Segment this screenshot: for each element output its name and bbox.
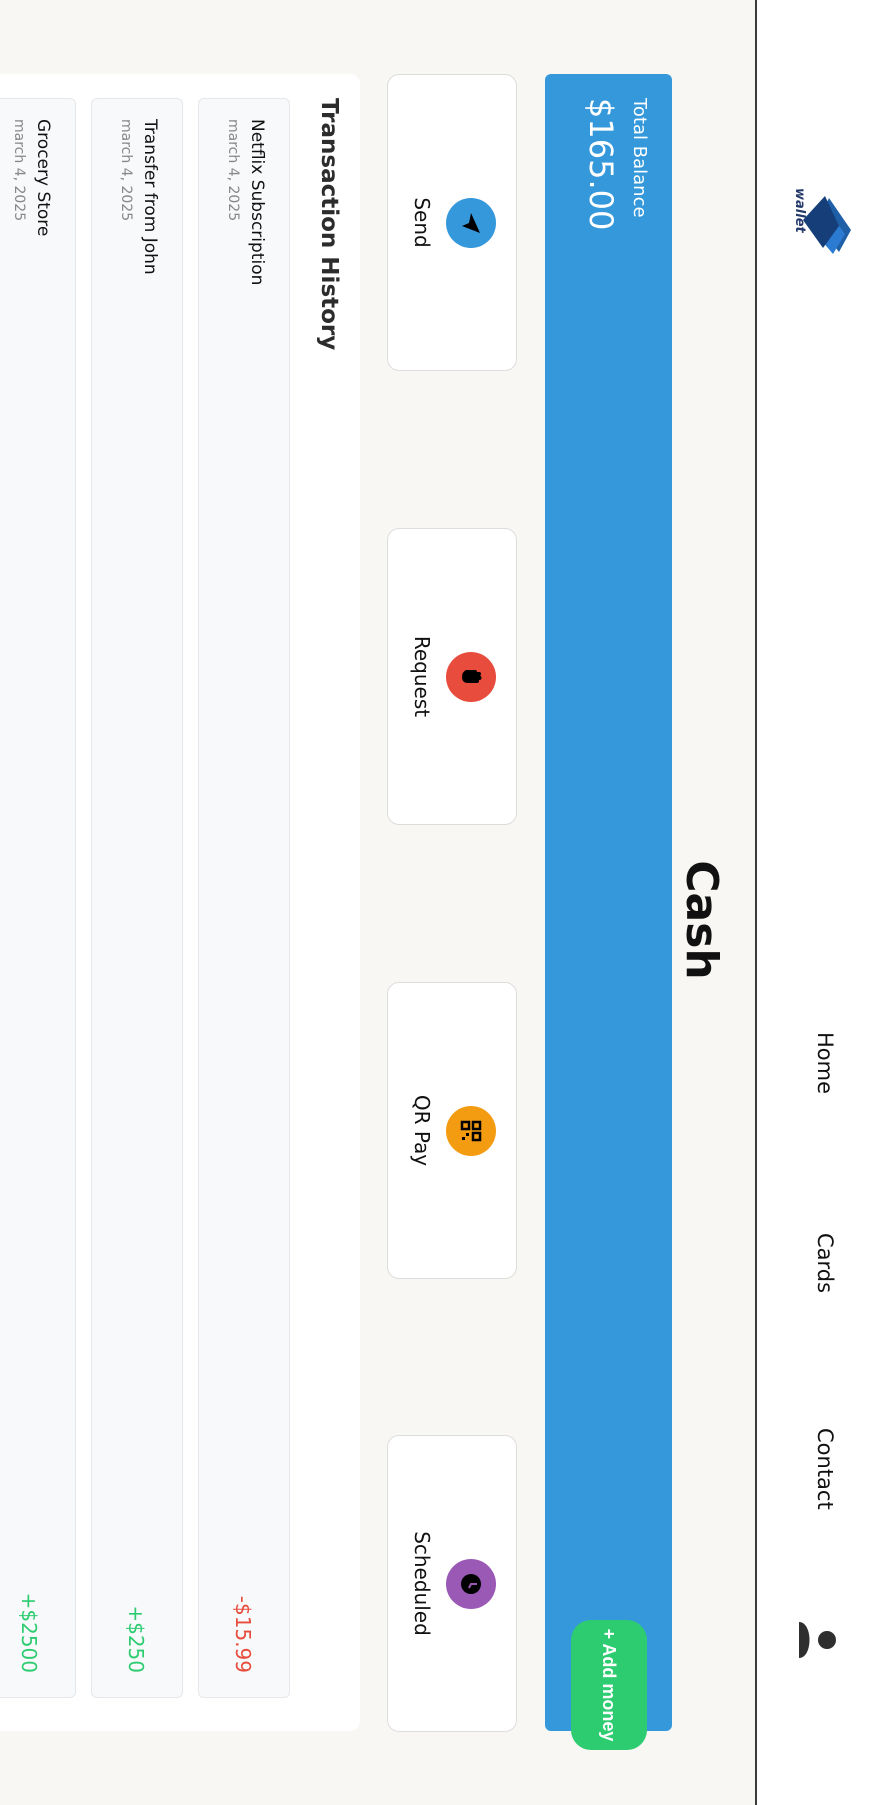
app-stage: wallet Home Cards Contact Cash Up Total … [0,0,877,1805]
balance-label: Total Balance [629,98,650,218]
transaction-name: Netflix Subscription [247,119,267,286]
send-label: Send [410,197,434,248]
balance-card: Total Balance $165.00 + Add money [545,74,672,1750]
nav-cards-link[interactable]: Cards [813,1233,837,1293]
transaction-amount: +$2500 [17,1592,41,1673]
qr-pay-icon-circle [446,1105,496,1156]
qr-pay-label: QR Pay [410,1094,434,1167]
transaction-history-panel: Transaction History Netflix Subscription… [0,74,360,1731]
balance-amount: $165.00 [582,98,620,231]
qr-code-icon [460,1120,482,1141]
scheduled-icon-circle [446,1558,496,1609]
transaction-date: march 4, 2025 [11,119,27,222]
transaction-name: Grocery Store [33,119,53,237]
clock-icon [461,1573,481,1594]
scheduled-action-card[interactable]: Scheduled [387,1435,517,1732]
send-action-card[interactable]: Send [387,74,517,371]
transaction-row[interactable]: Grocery Store march 4, 2025 +$2500 [0,98,76,1698]
scheduled-label: Scheduled [410,1531,434,1636]
user-icon[interactable] [797,1620,837,1660]
transaction-amount: -$15.99 [231,1595,255,1673]
transaction-name: Transfer from John [140,119,160,275]
transaction-history-title: Transaction History [316,98,342,351]
transaction-amount: +$250 [124,1605,148,1673]
transaction-row[interactable]: Netflix Subscription march 4, 2025 -$15.… [198,98,290,1698]
send-icon-circle [446,197,496,248]
transaction-row[interactable]: Transfer from John march 4, 2025 +$250 [91,98,183,1698]
logo-text: wallet [792,188,807,233]
hand-icon [462,669,482,683]
nav-home-link[interactable]: Home [813,1032,837,1094]
add-money-button[interactable]: + Add money [571,1620,647,1750]
transaction-date: march 4, 2025 [225,119,241,222]
qr-pay-action-card[interactable]: QR Pay [387,982,517,1279]
paper-plane-icon [462,212,480,233]
request-action-card[interactable]: Request [387,528,517,825]
request-icon-circle [446,651,496,702]
top-navbar: wallet Home Cards Contact [755,0,877,1805]
transaction-date: march 4, 2025 [118,119,134,222]
nav-contact-link[interactable]: Contact [813,1428,837,1510]
request-label: Request [410,635,434,718]
